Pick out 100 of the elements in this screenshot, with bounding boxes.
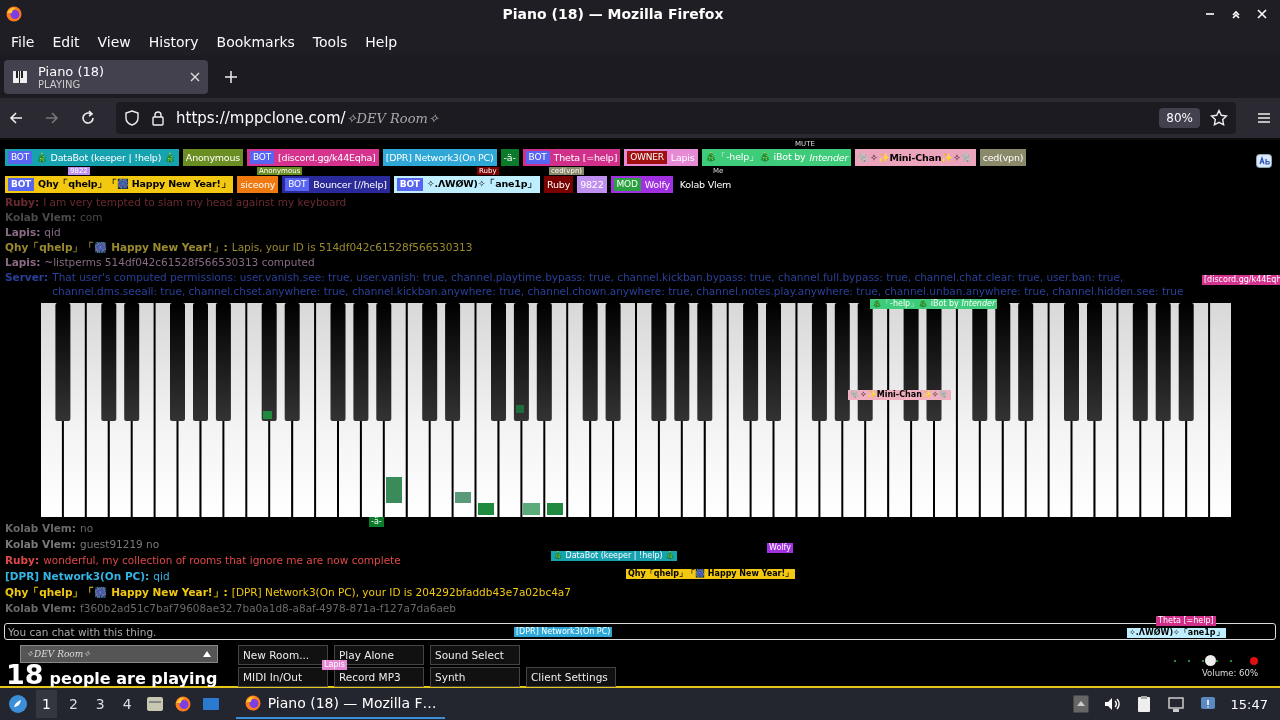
menu-item[interactable]: File [2,30,44,53]
menu-button[interactable]: Sound Select [430,645,520,665]
chat-message-text: wonderful, my collection of rooms that ignore me are now complete [43,553,401,567]
tab-title: Piano (18) [38,63,106,79]
participant-tag[interactable]: BOT Qhy「qhelp」「🎆 Happy New Year!」 [5,176,234,193]
menu-item[interactable]: Bookmarks [207,30,304,53]
chat-message-text: guest91219 no [80,537,160,551]
network-icon[interactable] [1166,695,1185,713]
star-icon[interactable] [1210,109,1228,127]
chat-username: Lapis: [5,225,41,239]
chat-username: Qhy「qhelp」「🎆 Happy New Year!」: [5,585,228,599]
menu-item[interactable]: View [88,30,140,53]
participant-tag[interactable]: BOT Theta [=help] [522,149,621,166]
participant-tag[interactable]: BOT 🎄 DataBot (keeper | !help) 🎄 [5,149,179,166]
role-badge: MOD [613,178,641,191]
cursor-name-tooltip: Wolfy [767,543,793,553]
cursor-name-tooltip: ✧.ΛWØW)✧「ane1p」 [1127,628,1226,638]
dropdown-arrow-icon [202,650,212,658]
workspace-button[interactable]: 3 [89,690,111,718]
forward-icon[interactable] [44,110,60,126]
new-tab-icon[interactable] [224,69,238,84]
chat-message-text: qid [44,225,61,239]
menu-item[interactable]: History [139,30,208,53]
tab-status: PLAYING [38,78,82,90]
role-badge: BOT [525,151,550,164]
url-text: https://mppclone.com/✧DEV Room✧ [176,109,440,127]
chat-username: Lapis: [5,255,41,269]
cursor-name-tooltip: Lapis [322,660,347,670]
menu-icon[interactable] [1256,110,1272,126]
chat-message-text: no [80,521,94,535]
cursor-name-tooltip: Theta [=help] [1156,616,1216,626]
participant-tag[interactable]: BOT ✧.ΛWØW)✧「ane1p」 [393,176,541,193]
chat-message-text: I am very tempted to slam my head against my keyboard [43,195,347,209]
menu-item[interactable]: Help [356,30,407,53]
role-badge: OWNER [627,151,667,164]
chat-message-text: Lapis, your ID is 514df042c61528f566530313 [231,240,473,254]
taskbar-window-button[interactable]: Piano (18) — Mozilla F… [235,689,445,719]
firefox-icon[interactable] [173,695,192,713]
player-count-label: people are playing [49,669,218,688]
file-manager-icon[interactable] [145,695,164,713]
desktop-icon[interactable] [201,695,220,713]
role-badge: BOT [8,151,32,164]
volume-knob[interactable] [1205,655,1216,666]
start-menu-icon[interactable] [8,694,28,714]
address-bar[interactable]: https://mppclone.com/✧DEV Room✧ 80% [116,102,1236,134]
chat-message-text: com [80,210,103,224]
cursor-name-tooltip: 🎄「-help」🎄 iBot by Intender [870,299,998,309]
cursor-name-tooltip: 🎄 DataBot (keeper | !help) 🎄 [551,551,678,561]
participant-name: Qhy「qhelp」「🎆 Happy New Year!」 [38,178,231,191]
participant-tag[interactable]: MOD Wolfy [610,176,673,193]
chat-message-text: ~listperms 514df042c61528f566530313 computed [44,255,315,269]
menu-button[interactable]: Client Settings [526,667,616,687]
workspace-button[interactable]: 1 [36,690,57,718]
browser-tab[interactable]: Piano (18) PLAYING [4,59,208,94]
menu-button[interactable]: Record MP3 [334,667,424,687]
close-icon[interactable] [190,71,200,82]
role-badge: BOT [285,178,310,191]
participant-tag[interactable]: -ä- [500,149,519,166]
cursor-name-tooltip: [DPR] Network3(On PC) [514,627,613,637]
participant-tag[interactable]: 🐘✧✨Mini-Chan✨✧🐘 [855,149,976,166]
cursor-name-tooltip: -ä- [369,517,384,527]
participant-tag[interactable]: BOT [discord.gg/k44Eqha] [247,149,379,166]
menu-item[interactable]: Tools [303,30,357,53]
chat-message-text: f360b2ad51c7baf79608ae32.7ba0a1d8-a8af-4978-871a-f127a7da6aeb [80,601,456,615]
participant-tag[interactable]: OWNER Lapis [624,149,698,166]
cursor-name-tooltip: Qhy「qhelp」「🎆 Happy New Year!」 [626,569,796,579]
menu-item[interactable]: Edit [43,30,89,53]
shield-icon [124,110,140,126]
workspace-button[interactable]: 4 [116,690,138,718]
role-badge: BOT [250,151,275,164]
back-icon[interactable] [8,110,24,126]
tray-expand-icon[interactable] [1072,695,1089,713]
workspace-button[interactable]: 2 [62,690,84,718]
volume-label: Volume: 60% [1201,668,1258,678]
cursor-name-tooltip: 🐘✧✨Mini-Chan✨✧🐘 [848,390,951,400]
zoom-level-button[interactable]: 80% [1159,108,1200,128]
participant-tag[interactable]: Anonymous [182,149,244,166]
chat-username: Kolab Vlem: [5,210,76,224]
translate-icon[interactable] [1256,154,1272,168]
participant-name: Theta [=help] [553,152,618,163]
menu-button[interactable]: New Room... [238,645,328,665]
participant-tag[interactable]: Ruby [544,176,574,193]
participant-tag[interactable]: BOT Bouncer [//help] [282,176,390,193]
maximize-icon[interactable] [1230,8,1242,20]
chat-username: [DPR] Network3(On PC): [5,569,150,583]
participant-name: Lapis [670,152,695,163]
participant-tag[interactable]: Kolab Vlem [676,176,735,193]
chat-message-text: qid [153,569,170,583]
reload-icon[interactable] [80,110,96,126]
chat-username: Kolab Vlem: [5,601,76,615]
menu-button[interactable]: Synth [430,667,520,687]
chat-username: Ruby: [5,553,40,567]
chat-message-text: [DPR] Network3(On PC), your ID is 204292bfaddb43e7a02bc4a7 [231,585,571,599]
lock-icon [150,110,166,126]
cursor-name-tooltip: [discord.gg/k44Eqh [1202,275,1280,285]
participant-tag[interactable]: ced(vpn) [979,149,1027,166]
participant-name: Wolfy [644,179,670,190]
piano-icon [12,68,28,85]
room-dropdown[interactable]: ✧DEV Room✧ [20,645,218,663]
menu-button[interactable]: MIDI In/Out [238,667,328,687]
